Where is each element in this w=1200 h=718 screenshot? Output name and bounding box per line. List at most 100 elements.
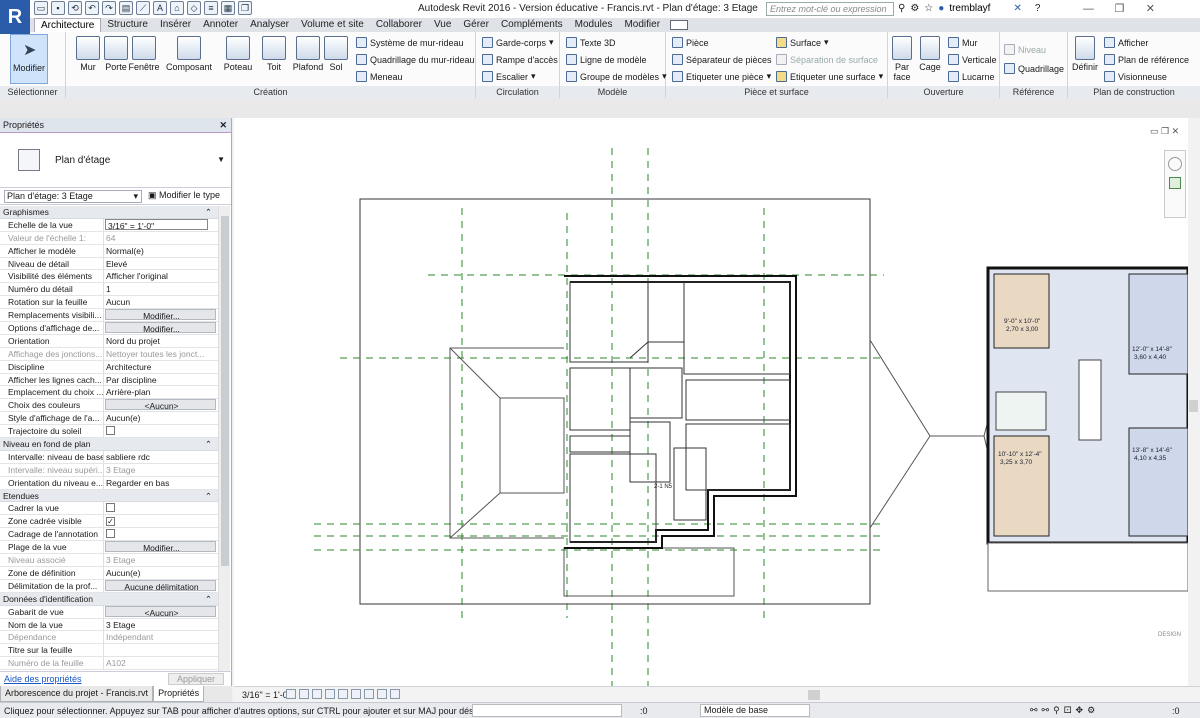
tab-structure[interactable]: Structure <box>101 18 154 32</box>
set-work-plane-button[interactable]: Définir <box>1068 34 1102 84</box>
property-value[interactable]: Nord du projet <box>104 335 218 347</box>
tab-architecture[interactable]: Architecture <box>34 18 102 32</box>
chevron-down-icon[interactable]: ▼ <box>217 155 225 164</box>
scrollbar-thumb[interactable] <box>221 216 229 566</box>
shaft-button[interactable]: Cage <box>916 34 944 84</box>
property-section-header[interactable]: Données d'identification ⌃ <box>0 592 218 606</box>
property-value[interactable]: Aucun(e) <box>104 567 218 579</box>
ref-plane-button[interactable]: Plan de référence <box>1104 52 1189 67</box>
ramp-button[interactable]: Rampe d'accès <box>482 52 558 67</box>
text-3d-button[interactable]: Texte 3D <box>566 35 616 50</box>
maximize-icon[interactable]: ❐ <box>1106 2 1132 15</box>
property-value[interactable]: 1 <box>104 283 218 295</box>
view-window-controls[interactable]: ▭ ❐ ✕ <box>1150 126 1179 137</box>
open-icon[interactable]: ▭ <box>34 1 48 15</box>
reveal-hidden-icon[interactable] <box>377 689 387 699</box>
measure-icon[interactable]: ⟋ <box>136 1 150 15</box>
tab-modules[interactable]: Modules <box>569 18 619 32</box>
status-workset-field[interactable] <box>472 704 622 717</box>
tab-collaborate[interactable]: Collaborer <box>370 18 428 32</box>
vertical-opening-button[interactable]: Verticale <box>948 52 997 67</box>
close-icon[interactable]: ✕ <box>219 118 227 133</box>
tab-manage[interactable]: Gérer <box>457 18 495 32</box>
filter-count[interactable]: :0 <box>1172 706 1180 716</box>
view-tag[interactable]: 2-1 N5 <box>654 484 673 490</box>
print-icon[interactable]: ▤ <box>119 1 133 15</box>
minimize-icon[interactable]: — <box>1075 3 1101 15</box>
property-value[interactable] <box>104 644 218 656</box>
modify-button[interactable]: ➤ Modifier <box>10 34 48 84</box>
tab-analyze[interactable]: Analyser <box>244 18 295 32</box>
scrollbar-thumb[interactable] <box>1189 400 1198 412</box>
instance-filter-select[interactable]: Plan d'étage: 3 Etage ▾ <box>4 190 142 203</box>
sun-path-icon[interactable] <box>312 689 322 699</box>
property-value[interactable]: Arrière-plan <box>104 386 218 398</box>
tab-properties[interactable]: Propriétés <box>153 686 205 702</box>
grid-button[interactable]: Quadrillage <box>1004 61 1064 76</box>
design-option-select[interactable]: Modèle de base <box>700 704 810 717</box>
close-icon[interactable]: ✕ <box>1137 2 1163 15</box>
column-button[interactable]: Poteau <box>218 34 258 84</box>
drawing-view[interactable]: 2-1 N5 9'-0" x 10'-0" 2,70 x 3,00 12'-0"… <box>234 118 1190 686</box>
room-button[interactable]: Pièce <box>672 35 709 50</box>
component-button[interactable]: Composant <box>164 34 214 84</box>
room-separator-button[interactable]: Séparateur de pièces <box>672 52 772 67</box>
property-button[interactable]: <Aucun> <box>105 605 216 617</box>
crop-region[interactable] <box>359 198 871 605</box>
search-input[interactable]: Entrez mot-clé ou expression <box>766 2 894 16</box>
tab-addins[interactable]: Compléments <box>495 18 569 32</box>
view-vertical-scrollbar[interactable] <box>1188 118 1200 686</box>
zoom-icon[interactable] <box>1169 177 1181 189</box>
property-value[interactable]: Architecture <box>104 361 218 373</box>
property-value[interactable]: Par discipline <box>104 374 218 386</box>
detail-level-icon[interactable] <box>286 689 296 699</box>
tab-modify[interactable]: Modifier <box>618 18 666 32</box>
curtain-system-button[interactable]: Système de mur-rideau <box>356 35 464 50</box>
property-section-header[interactable]: Niveau en fond de plan ⌃ <box>0 438 218 451</box>
tab-view[interactable]: Vue <box>428 18 457 32</box>
thin-lines-icon[interactable]: ≡ <box>204 1 218 15</box>
curtain-grid-button[interactable]: Quadrillage du mur-rideau <box>356 52 475 67</box>
view-scale[interactable]: 3/16" = 1'-0" <box>242 690 291 700</box>
tag-area-button[interactable]: Etiqueter une surface ▾ <box>776 69 883 84</box>
property-button[interactable]: <Aucun> <box>105 399 216 411</box>
show-work-plane-button[interactable]: Afficher <box>1104 35 1148 50</box>
area-button[interactable]: Surface ▾ <box>776 35 829 50</box>
save-icon[interactable]: ▪ <box>51 1 65 15</box>
property-button[interactable]: Modifier... <box>105 541 216 553</box>
3d-view-icon[interactable]: ⌂ <box>170 1 184 15</box>
model-line-button[interactable]: Ligne de modèle <box>566 52 647 67</box>
railing-button[interactable]: Garde-corps ▾ <box>482 35 554 50</box>
dormer-button[interactable]: Lucarne <box>948 69 995 84</box>
viewer-button[interactable]: Visionneuse <box>1104 69 1167 84</box>
app-menu-button[interactable]: R <box>0 0 30 34</box>
property-checkbox[interactable] <box>106 503 115 513</box>
switch-windows-icon[interactable]: ❐ <box>238 1 252 15</box>
model-group-button[interactable]: Groupe de modèles ▾ <box>566 69 667 84</box>
property-value[interactable]: 3/16" = 1'-0" <box>105 218 208 230</box>
property-value[interactable]: Elevé <box>104 258 218 270</box>
apply-button[interactable]: Appliquer <box>168 673 224 685</box>
properties-title-bar[interactable]: Propriétés ✕ <box>0 118 231 133</box>
properties-scrollbar[interactable] <box>218 206 230 671</box>
property-button[interactable]: Aucune délimitation <box>105 579 216 591</box>
steering-wheel-icon[interactable] <box>1168 157 1182 171</box>
property-value[interactable]: Afficher l'original <box>104 270 218 282</box>
collapse-icon[interactable]: ⌃ <box>205 490 212 502</box>
tab-insert[interactable]: Insérer <box>154 18 197 32</box>
property-button[interactable]: Modifier... <box>105 322 216 333</box>
property-value[interactable]: sabliere rdc <box>104 451 218 463</box>
property-section-header[interactable]: Graphismes ⌃ <box>0 206 218 219</box>
tag-room-button[interactable]: Etiqueter une pièce ▾ <box>672 69 771 84</box>
by-face-button[interactable]: Par face <box>888 34 916 84</box>
help-icon[interactable]: ? <box>1035 3 1041 14</box>
tab-massing[interactable]: Volume et site <box>295 18 370 32</box>
close-hidden-icon[interactable]: ▦ <box>221 1 235 15</box>
property-value[interactable]: Aucun(e) <box>104 412 218 424</box>
wall-opening-button[interactable]: Mur <box>948 35 978 50</box>
select-links-icon[interactable]: ⚯ <box>1030 705 1038 716</box>
show-crop-icon[interactable] <box>351 689 361 699</box>
visual-style-icon[interactable] <box>299 689 309 699</box>
property-section-header[interactable]: Etendues ⌃ <box>0 489 218 503</box>
subscription-icon[interactable]: ⚙ <box>910 3 919 14</box>
